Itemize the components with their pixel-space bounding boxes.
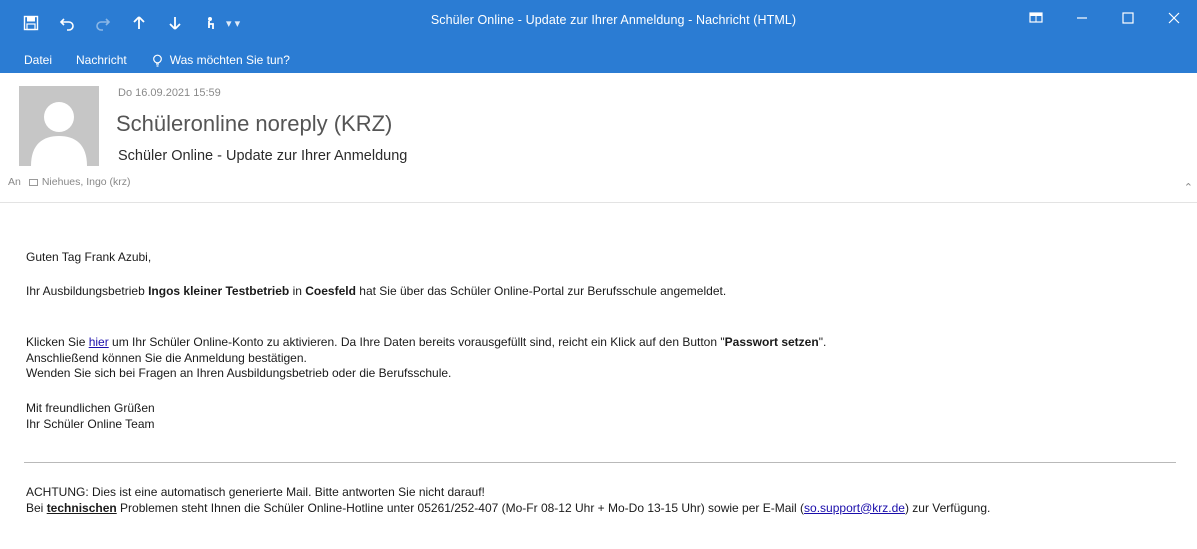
notice-line-1: ACHTUNG: Dies ist eine automatisch gener… bbox=[26, 485, 485, 499]
activation-text-mid: um Ihr Schüler Online-Konto zu aktiviere… bbox=[108, 335, 725, 349]
window-controls bbox=[1013, 0, 1197, 36]
avatar bbox=[19, 86, 99, 166]
closing-line-2: Ihr Schüler Online Team bbox=[26, 416, 155, 431]
company-name: Ingos kleiner Testbetrieb bbox=[148, 284, 290, 298]
lightbulb-icon bbox=[152, 54, 162, 67]
message-subject: Schüler Online - Update zur Ihrer Anmeld… bbox=[118, 148, 408, 164]
notice-text-start: Bei bbox=[26, 500, 47, 515]
sender-name[interactable]: Schüleronline noreply (KRZ) bbox=[116, 111, 392, 137]
expand-header-icon[interactable]: ⌃ bbox=[1184, 181, 1193, 194]
company-city: Coesfeld bbox=[305, 284, 356, 298]
notice-text-mid: Problemen steht Ihnen die Schüler Online… bbox=[116, 500, 805, 515]
activation-text-end: ". bbox=[818, 335, 827, 349]
message-header: Do 16.09.2021 15:59 Schüleronline norepl… bbox=[0, 73, 1197, 203]
support-email-link[interactable]: so.support@krz.de bbox=[804, 501, 905, 515]
activation-paragraph: Klicken Sie hier um Ihr Schüler Online-K… bbox=[26, 335, 826, 382]
closing-block: Mit freundlichen Grüßen Ihr Schüler Onli… bbox=[26, 401, 155, 432]
recipients-row: An Niehues, Ingo (krz) bbox=[8, 176, 131, 188]
button-name-emphasis: Passwort setzen bbox=[724, 335, 819, 349]
activation-line-1: Klicken Sie hier um Ihr Schüler Online-K… bbox=[26, 335, 826, 351]
notice-technical-emphasis: technischen bbox=[46, 500, 117, 515]
greeting: Guten Tag Frank Azubi, bbox=[26, 250, 152, 264]
activation-line-2: Anschließend können Sie die Anmeldung be… bbox=[26, 350, 307, 365]
intro-paragraph: Ihr Ausbildungsbetrieb Ingos kleiner Tes… bbox=[26, 284, 726, 300]
tab-nachricht[interactable]: Nachricht bbox=[64, 48, 139, 72]
maximize-icon[interactable] bbox=[1105, 0, 1151, 36]
divider bbox=[24, 462, 1176, 463]
sent-date: Do 16.09.2021 15:59 bbox=[118, 87, 221, 99]
notice-text-end: ) zur Verfügung. bbox=[904, 500, 991, 515]
ribbon-display-options-icon[interactable] bbox=[1013, 0, 1059, 36]
recipient-item[interactable]: Niehues, Ingo (krz) bbox=[28, 176, 131, 188]
intro-text-start: Ihr Ausbildungsbetrieb bbox=[26, 284, 149, 298]
activation-link[interactable]: hier bbox=[89, 335, 109, 349]
tab-datei[interactable]: Datei bbox=[0, 48, 64, 72]
title-bar: ▾ ▾ Schüler Online - Update zur Ihrer An… bbox=[0, 0, 1197, 73]
ribbon-tabs: Datei Nachricht Was möchten Sie tun? bbox=[0, 48, 290, 72]
contact-card-icon bbox=[28, 178, 38, 186]
to-label: An bbox=[8, 176, 21, 188]
tell-me-label: Was möchten Sie tun? bbox=[169, 53, 290, 67]
activation-text-start: Klicken Sie bbox=[26, 335, 89, 349]
notice-line-2: Bei technischen Problemen steht Ihnen di… bbox=[26, 501, 990, 517]
intro-text-mid: in bbox=[289, 284, 306, 298]
minimize-icon[interactable] bbox=[1059, 0, 1105, 36]
intro-text-end: hat Sie über das Schüler Online-Portal z… bbox=[355, 284, 727, 298]
closing-line-1: Mit freundlichen Grüßen bbox=[26, 401, 155, 415]
activation-line-3: Wenden Sie sich bei Fragen an Ihren Ausb… bbox=[26, 366, 452, 380]
message-body: Guten Tag Frank Azubi, Ihr Ausbildungsbe… bbox=[0, 204, 1197, 549]
tell-me-search[interactable]: Was möchten Sie tun? bbox=[139, 53, 290, 67]
person-silhouette-icon bbox=[19, 86, 99, 166]
recipient-name: Niehues, Ingo (krz) bbox=[41, 176, 131, 188]
close-icon[interactable] bbox=[1151, 0, 1197, 36]
notice-block: ACHTUNG: Dies ist eine automatisch gener… bbox=[26, 485, 990, 516]
